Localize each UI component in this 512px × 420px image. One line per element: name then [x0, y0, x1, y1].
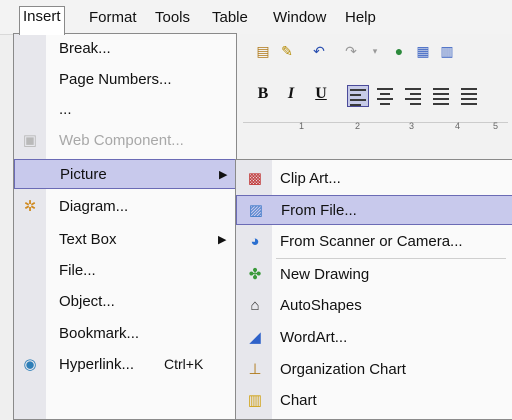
bold-button[interactable]: B — [253, 84, 273, 104]
menu-item-diagram[interactable]: ✲ Diagram... — [14, 192, 236, 222]
menu-item-break[interactable]: Break... — [14, 34, 236, 64]
menu-item-label: Bookmark... — [59, 325, 140, 342]
menu-item-label: Text Box — [59, 231, 117, 248]
ruler-number: 5 — [493, 121, 499, 131]
shortcut-label: Ctrl+K — [164, 356, 204, 372]
undo-icon[interactable]: ↶ — [309, 41, 329, 61]
submenu-item-organization-chart[interactable]: ⊥ Organization Chart — [236, 355, 512, 385]
justify-icon[interactable] — [431, 85, 451, 105]
submenu-item-label: New Drawing — [280, 266, 370, 283]
hyperlink-icon: ◉ — [23, 356, 37, 373]
italic-button[interactable]: I — [281, 84, 301, 104]
submenu-arrow-icon: ▶ — [218, 234, 227, 246]
menu-item-text-box[interactable]: Text Box ▶ — [14, 225, 236, 255]
redo-dropdown-icon[interactable]: ▾ — [365, 41, 385, 61]
submenu-item-label: Clip Art... — [280, 170, 341, 187]
submenu-separator — [276, 258, 506, 259]
insert-menu: Break... Page Numbers... ... ▣ Web Compo… — [13, 33, 237, 420]
menu-window[interactable]: Window — [270, 8, 329, 28]
submenu-item-wordart[interactable]: ◢ WordArt... — [236, 323, 512, 353]
chart-icon: ▥ — [247, 392, 263, 409]
paste-icon[interactable]: ▤ — [253, 41, 273, 61]
menu-item-label: File... — [59, 262, 96, 279]
submenu-item-chart[interactable]: ▥ Chart — [236, 386, 512, 416]
hyperlink-icon[interactable]: ● — [389, 41, 409, 61]
submenu-item-label: From Scanner or Camera... — [280, 233, 463, 250]
menu-item-bookmark[interactable]: Bookmark... — [14, 319, 236, 349]
menu-item-label: Object... — [59, 293, 115, 310]
menu-item-label: Hyperlink... — [59, 356, 135, 373]
formatting-toolbar: B I U — [235, 78, 512, 112]
picture-submenu: ▩ Clip Art... ▨ From File... ◕ From Scan… — [235, 159, 512, 420]
menu-item-label: Diagram... — [59, 198, 129, 215]
menu-item-file[interactable]: File... — [14, 256, 236, 286]
redo-icon[interactable]: ↷ — [341, 41, 361, 61]
ruler-number: 3 — [409, 121, 415, 131]
menu-format[interactable]: Format — [86, 8, 140, 28]
submenu-item-from-file[interactable]: ▨ From File... — [236, 195, 512, 225]
align-center-icon[interactable] — [375, 85, 395, 105]
ruler: 1 2 3 4 5 — [243, 121, 508, 133]
align-left-icon[interactable] — [347, 85, 369, 107]
submenu-item-label: WordArt... — [280, 329, 348, 346]
ruler-number: 1 — [299, 121, 305, 131]
autoshapes-icon: ⌂ — [250, 297, 260, 314]
ruler-number: 2 — [355, 121, 361, 131]
menu-item-label: Picture — [60, 166, 107, 183]
menu-item-object[interactable]: Object... — [14, 287, 236, 317]
columns-icon[interactable]: ▥ — [437, 41, 457, 61]
menu-bar: Insert Format Tools Table Window Help — [0, 0, 512, 35]
toolbar: ▤ ✎ ↶ ↷ ▾ ● ▦ ▥ B I U 1 2 3 4 5 — [235, 34, 512, 164]
submenu-item-label: AutoShapes — [280, 297, 362, 314]
menu-table[interactable]: Table — [209, 8, 251, 28]
menu-item-label: Page Numbers... — [59, 71, 172, 88]
submenu-item-autoshapes[interactable]: ⌂ AutoShapes — [236, 291, 512, 321]
submenu-arrow-icon: ▶ — [219, 169, 228, 181]
submenu-item-label: Organization Chart — [280, 361, 406, 378]
menu-item-page-numbers[interactable]: Page Numbers... — [14, 65, 236, 95]
submenu-item-label: From File... — [281, 202, 357, 219]
new-drawing-icon: ✤ — [248, 266, 262, 283]
diagram-icon: ✲ — [23, 198, 37, 215]
picture-file-icon: ▨ — [248, 202, 264, 219]
wordart-icon: ◢ — [249, 329, 261, 346]
submenu-item-new-drawing[interactable]: ✤ New Drawing — [236, 260, 512, 290]
tables-icon[interactable]: ▦ — [413, 41, 433, 61]
standard-toolbar: ▤ ✎ ↶ ↷ ▾ ● ▦ ▥ — [235, 34, 512, 68]
ruler-number: 4 — [455, 121, 461, 131]
clip-art-icon: ▩ — [247, 170, 263, 187]
menu-item-label: Web Component... — [59, 132, 184, 149]
menu-item-web-component: ▣ Web Component... — [14, 126, 236, 156]
menu-help[interactable]: Help — [342, 8, 379, 28]
menu-item-picture[interactable]: Picture ▶ — [14, 159, 236, 189]
web-component-icon: ▣ — [22, 132, 38, 149]
menu-tools[interactable]: Tools — [152, 8, 193, 28]
scanner-icon: ◕ — [250, 233, 260, 250]
menu-item-label: Break... — [59, 40, 111, 57]
menu-insert[interactable]: Insert — [19, 6, 65, 35]
submenu-item-from-scanner[interactable]: ◕ From Scanner or Camera... — [236, 227, 512, 257]
menu-item-hyperlink[interactable]: ◉ Hyperlink... Ctrl+K — [14, 350, 236, 380]
submenu-item-clip-art[interactable]: ▩ Clip Art... — [236, 164, 512, 194]
align-right-icon[interactable] — [403, 85, 423, 105]
line-spacing-icon[interactable] — [459, 85, 479, 105]
format-painter-icon[interactable]: ✎ — [277, 41, 297, 61]
submenu-item-label: Chart — [280, 392, 317, 409]
underline-button[interactable]: U — [311, 84, 331, 104]
menu-item-label: ... — [59, 101, 72, 118]
menu-item-ellipsis[interactable]: ... — [14, 95, 236, 125]
organization-chart-icon: ⊥ — [248, 361, 262, 378]
